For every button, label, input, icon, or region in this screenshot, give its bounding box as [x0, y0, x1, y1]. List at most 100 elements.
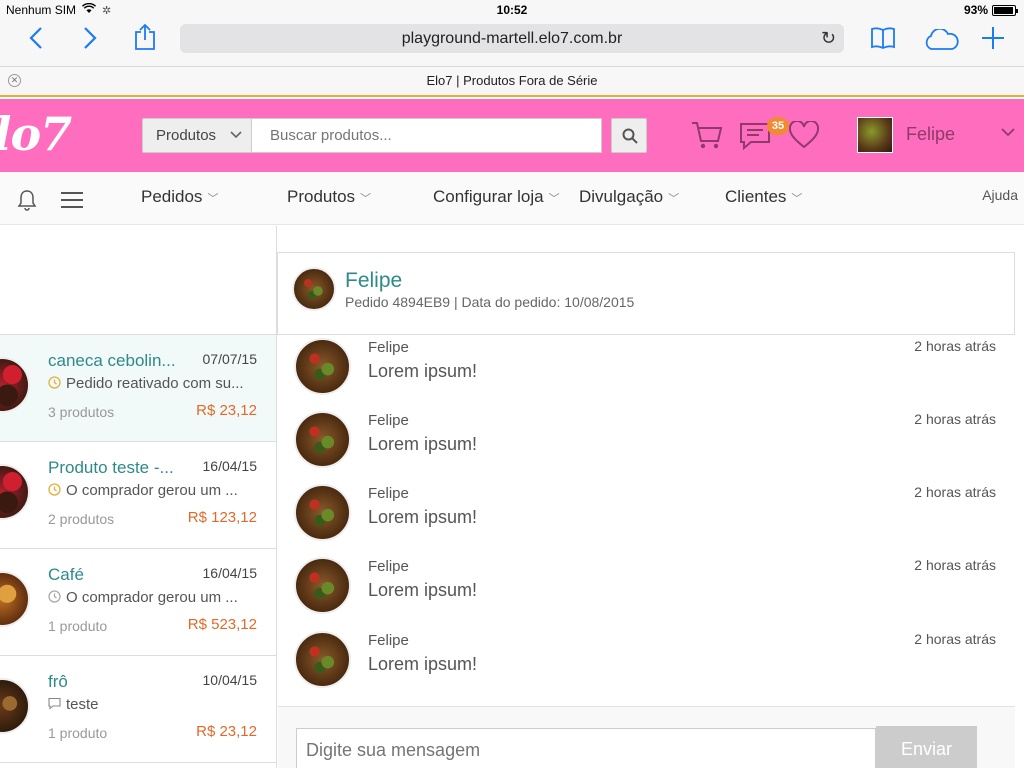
help-link[interactable]: Ajuda: [982, 187, 1018, 203]
user-avatar[interactable]: [857, 117, 893, 153]
chevron-down-icon: ﹀: [668, 193, 680, 205]
conversation-item[interactable]: caneca cebolin... 07/07/15 Pedido reativ…: [0, 335, 276, 442]
conversation-preview: Pedido reativado com su...: [48, 375, 256, 392]
status-bar: Nenhum SIM ✲ 10:52 93%: [0, 0, 1024, 20]
cloud-icon[interactable]: [922, 27, 960, 56]
contact-name[interactable]: Felipe: [345, 269, 402, 293]
chevron-down-icon: ﹀: [360, 193, 372, 205]
nav-configurar-loja[interactable]: Configurar loja ﹀: [433, 187, 560, 207]
product-thumbnail: [0, 357, 30, 413]
conversation-date: 16/04/15: [202, 458, 258, 474]
contact-avatar: [292, 267, 336, 311]
message-time: 2 horas atrás: [914, 338, 996, 354]
order-info: Pedido 4894EB9 | Data do pedido: 10/08/2…: [345, 294, 635, 310]
message-time: 2 horas atrás: [914, 631, 996, 647]
hamburger-menu-icon[interactable]: [60, 191, 84, 214]
message-avatar: [294, 338, 351, 395]
nav-label: Configurar loja: [433, 187, 544, 206]
send-button[interactable]: Enviar: [876, 726, 977, 768]
share-icon[interactable]: [134, 23, 156, 56]
chevron-down-icon: [230, 119, 242, 152]
chevron-down-icon: ﹀: [791, 193, 803, 205]
chat-header: Felipe Pedido 4894EB9 | Data do pedido: …: [277, 252, 1015, 335]
battery-icon: [992, 4, 1018, 16]
conversation-item[interactable]: frô 10/04/15 teste 1 produto R$ 23,12: [0, 656, 276, 763]
search-input[interactable]: [252, 118, 602, 153]
conversation-title: frô: [48, 672, 68, 691]
message-text: Lorem ipsum!: [368, 654, 478, 674]
order-price: R$ 123,12: [187, 509, 257, 526]
conversation-list-header: [0, 226, 276, 335]
reload-icon[interactable]: ↻: [821, 24, 836, 53]
message-input[interactable]: [296, 728, 876, 768]
message-avatar: [294, 631, 351, 688]
message: Felipe 2 horas atrás Lorem ipsum!: [278, 411, 1015, 485]
product-thumbnail: [0, 678, 30, 734]
message: Felipe 2 horas atrás Lorem ipsum!: [278, 338, 1015, 412]
message-author: Felipe: [368, 339, 409, 356]
tab-bar: ✕ Elo7 | Produtos Fora de Série: [0, 66, 1024, 97]
order-price: R$ 23,12: [196, 723, 257, 740]
search-category-select[interactable]: Produtos: [142, 118, 252, 153]
message-avatar: [294, 484, 351, 541]
conversation-preview: O comprador gerou um ...: [48, 589, 256, 606]
product-count: 1 produto: [48, 725, 108, 741]
clock-icon: [48, 483, 61, 496]
new-tab-icon[interactable]: [980, 25, 1006, 56]
elo7-logo[interactable]: lo7: [0, 107, 72, 161]
message-avatar: [294, 557, 351, 614]
order-price: R$ 523,12: [187, 616, 257, 633]
nav-divulgacao[interactable]: Divulgação ﹀: [579, 187, 679, 207]
message-time: 2 horas atrás: [914, 484, 996, 500]
message-author: Felipe: [368, 558, 409, 575]
message-author: Felipe: [368, 632, 409, 649]
chevron-down-icon: ﹀: [548, 193, 560, 205]
conversation-title: Café: [48, 565, 84, 584]
preview-text: O comprador gerou um ...: [66, 482, 238, 499]
product-count: 1 produto: [48, 618, 108, 634]
message: Felipe 2 horas atrás Lorem ipsum!: [278, 631, 1015, 705]
search-button[interactable]: [611, 118, 647, 153]
clock: 10:52: [496, 3, 528, 17]
message-time: 2 horas atrás: [914, 557, 996, 573]
product-thumbnail: [0, 571, 30, 627]
message-text: Lorem ipsum!: [368, 580, 478, 600]
nav-label: Pedidos: [141, 187, 203, 206]
conversation-item[interactable]: Café 16/04/15 O comprador gerou um ... 1…: [0, 549, 276, 656]
url-text: playground-martell.elo7.com.br: [401, 30, 623, 47]
nav-pedidos[interactable]: Pedidos ﹀: [141, 187, 218, 207]
message: Felipe 2 horas atrás Lorem ipsum!: [278, 484, 1015, 558]
message-text: Lorem ipsum!: [368, 507, 478, 527]
clock-icon: [48, 590, 61, 603]
nav-clientes[interactable]: Clientes ﹀: [725, 187, 802, 207]
bookmarks-icon[interactable]: [870, 26, 896, 54]
conversation-preview: O comprador gerou um ...: [48, 482, 256, 499]
preview-text: O comprador gerou um ...: [66, 589, 238, 606]
conversation-item[interactable]: Produto teste -... 16/04/15 O comprador …: [0, 442, 276, 549]
cart-icon[interactable]: [690, 119, 724, 156]
product-count: 3 produtos: [48, 404, 115, 420]
messages-badge: 35: [767, 117, 789, 135]
message-thread: Felipe 2 horas atrás Lorem ipsum! Felipe…: [278, 336, 1015, 706]
message-author: Felipe: [368, 485, 409, 502]
product-count: 2 produtos: [48, 511, 115, 527]
search-category-label: Produtos: [156, 127, 217, 144]
user-name[interactable]: Felipe: [906, 124, 955, 145]
browser-toolbar: playground-martell.elo7.com.br ↻: [0, 20, 1024, 66]
bell-icon[interactable]: [17, 189, 37, 216]
main-nav: Pedidos ﹀ Produtos ﹀ Configurar loja ﹀ Divu…: [0, 172, 1024, 225]
search-icon: [622, 128, 638, 144]
order-price: R$ 23,12: [196, 402, 257, 419]
back-icon[interactable]: [28, 26, 44, 55]
forward-icon[interactable]: [82, 26, 98, 55]
speech-bubble-icon: [48, 697, 61, 710]
preview-text: teste: [66, 696, 99, 713]
message-author: Felipe: [368, 412, 409, 429]
nav-produtos[interactable]: Produtos ﹀: [287, 187, 371, 207]
message-time: 2 horas atrás: [914, 411, 996, 427]
address-bar[interactable]: playground-martell.elo7.com.br ↻: [180, 24, 844, 53]
chevron-down-icon[interactable]: [1001, 124, 1015, 140]
message-avatar: [294, 411, 351, 468]
message-text: Lorem ipsum!: [368, 361, 478, 381]
favorites-heart-icon[interactable]: [788, 119, 820, 154]
